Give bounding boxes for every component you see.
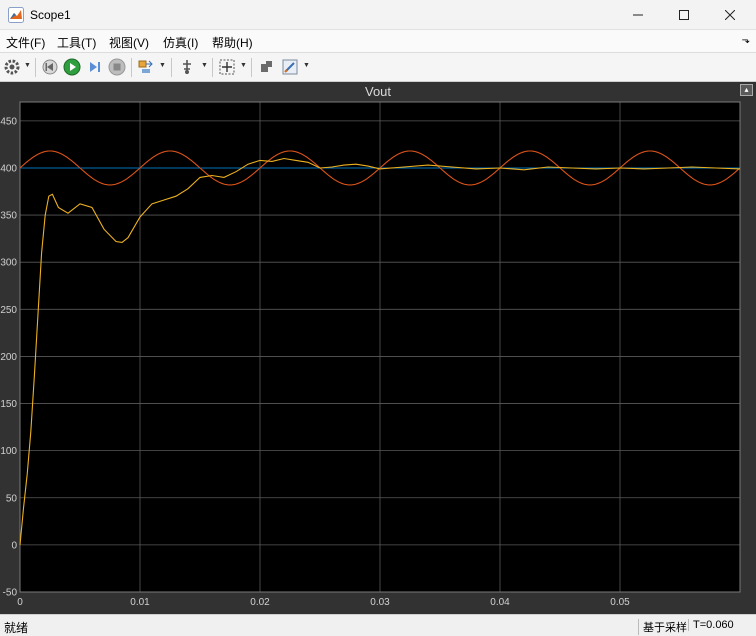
toolbar: ▼ ▼ ▼ ▼ ▼ — [0, 52, 756, 82]
menu-file[interactable]: 文件(F) — [6, 34, 45, 51]
x-tick-label: 0 — [17, 597, 23, 608]
close-icon — [724, 9, 736, 21]
x-tick-label: 0.05 — [610, 597, 630, 608]
y-tick-label: -50 — [3, 588, 18, 599]
toolbar-separator — [35, 58, 36, 77]
step-back-icon[interactable] — [41, 58, 59, 76]
toolbar-separator — [251, 58, 252, 77]
x-tick-label: 0.03 — [370, 597, 390, 608]
run-icon[interactable] — [63, 58, 81, 76]
minimize-button[interactable] — [616, 0, 660, 30]
y-tick-label: 200 — [0, 352, 17, 363]
settings-dropdown-icon[interactable]: ▼ — [24, 62, 31, 69]
minimize-icon — [633, 14, 643, 16]
status-bar: 就绪 基于采样 T=0.060 — [0, 614, 756, 636]
menu-help[interactable]: 帮助(H) — [212, 34, 253, 51]
y-tick-label: 250 — [0, 305, 17, 316]
menu-view[interactable]: 视图(V) — [109, 34, 149, 51]
y-tick-label: 0 — [11, 540, 17, 551]
highlight-dropdown-icon[interactable]: ▼ — [159, 62, 166, 69]
stop-icon[interactable] — [108, 58, 126, 76]
y-tick-label: 400 — [0, 163, 17, 174]
status-text: 就绪 — [4, 621, 29, 635]
settings-gear-icon[interactable] — [3, 58, 21, 76]
scope-plot[interactable]: -500501001502002503003504004500 0.01 0.02 0… — [0, 82, 756, 614]
matlab-app-icon — [8, 7, 24, 23]
x-tick-label: 0.04 — [490, 597, 510, 608]
highlight-block-icon[interactable] — [137, 58, 155, 76]
y-tick-label: 350 — [0, 211, 17, 222]
close-button[interactable] — [708, 0, 752, 30]
triggers-dropdown-icon[interactable]: ▼ — [201, 62, 208, 69]
y-tick-label: 450 — [0, 116, 17, 127]
toolbar-separator — [171, 58, 172, 77]
step-forward-icon[interactable] — [86, 58, 104, 76]
y-tick-label: 150 — [0, 399, 17, 410]
x-tick-label: 0.01 — [130, 597, 150, 608]
y-tick-label: 300 — [0, 258, 17, 269]
style-dropdown-icon[interactable]: ▼ — [303, 62, 310, 69]
y-tick-label: 100 — [0, 446, 17, 457]
window-title: Scope1 — [30, 8, 71, 22]
pin-icon[interactable]: ⬎ — [742, 35, 750, 46]
menu-bar: 文件(F) 工具(T) 视图(V) 仿真(I) 帮助(H) ⬎ — [0, 30, 756, 52]
sim-time: T=0.060 — [688, 619, 734, 631]
x-tick-label: 0.02 — [250, 597, 270, 608]
maximize-icon — [679, 10, 689, 20]
triggers-icon[interactable] — [178, 58, 196, 76]
maximize-button[interactable] — [662, 0, 706, 30]
zoom-fit-icon[interactable] — [218, 58, 236, 76]
zoom-dropdown-icon[interactable]: ▼ — [240, 62, 247, 69]
toolbar-separator — [212, 58, 213, 77]
sample-mode: 基于采样 — [638, 619, 687, 635]
menu-simulation[interactable]: 仿真(I) — [163, 34, 198, 51]
y-tick-label: 50 — [6, 493, 18, 504]
toolbar-separator — [131, 58, 132, 77]
cursor-measurements-icon[interactable] — [258, 58, 276, 76]
menu-tools[interactable]: 工具(T) — [57, 34, 96, 51]
style-pen-icon[interactable] — [281, 58, 299, 76]
title-bar: Scope1 — [0, 0, 756, 30]
